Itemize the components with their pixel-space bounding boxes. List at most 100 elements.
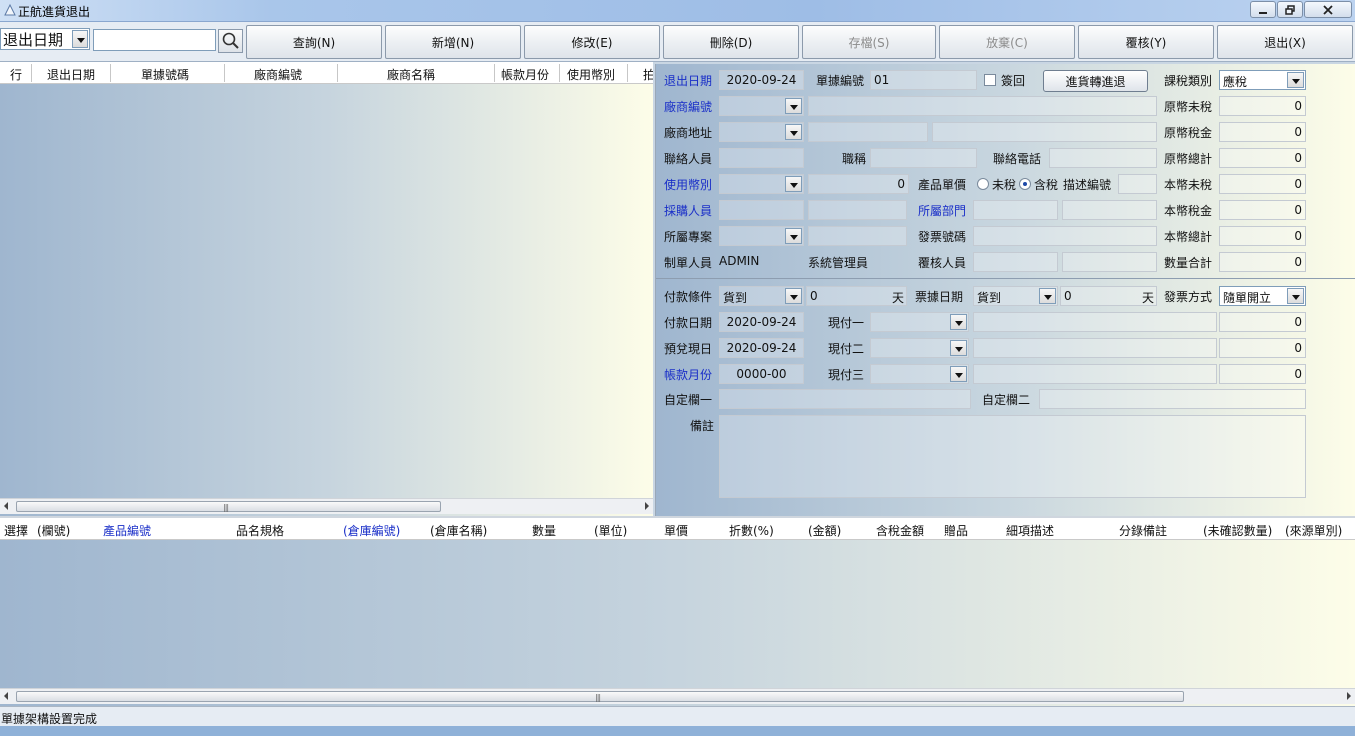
delete-button[interactable]: 刪除(D) <box>663 25 799 59</box>
list-horizontal-scrollbar[interactable]: ||| <box>0 498 653 514</box>
scroll-right-icon[interactable] <box>645 502 649 510</box>
col-header-return-date[interactable]: 退出日期 <box>47 66 95 83</box>
detail-grid[interactable]: 選擇 (欄號) 產品編號 品名規格 (倉庫編號) (倉庫名稱) 數量 (單位) … <box>0 516 1355 706</box>
remark-textarea[interactable] <box>719 415 1306 498</box>
local-total-field[interactable]: 0 <box>1219 226 1306 246</box>
add-button[interactable]: 新增(N) <box>385 25 521 59</box>
doc-no-field[interactable]: 01 <box>870 70 977 90</box>
col-header-amount[interactable]: (金額) <box>808 522 841 539</box>
cash2-select[interactable] <box>870 338 969 358</box>
col-header-warehouse-code[interactable]: (倉庫編號) <box>343 522 400 539</box>
edit-button[interactable]: 修改(E) <box>524 25 660 59</box>
review-button[interactable]: 覆核(Y) <box>1078 25 1214 59</box>
chevron-down-icon[interactable] <box>1287 288 1304 304</box>
project-name-field[interactable] <box>808 226 907 246</box>
orig-total-field[interactable]: 0 <box>1219 148 1306 168</box>
scroll-right-icon[interactable] <box>1347 692 1351 700</box>
local-untaxed-field[interactable]: 0 <box>1219 174 1306 194</box>
buyer-name-field[interactable] <box>808 200 907 220</box>
col-header-entry-remark[interactable]: 分錄備註 <box>1119 522 1167 539</box>
phone-field[interactable] <box>1049 148 1157 168</box>
col-header-account-month[interactable]: 帳款月份 <box>501 66 549 83</box>
bill-terms-select[interactable]: 貨到 <box>973 286 1058 306</box>
chevron-down-icon[interactable] <box>1039 288 1056 304</box>
col-header-product-spec[interactable]: 品名規格 <box>236 522 284 539</box>
desc-no-field[interactable] <box>1118 174 1157 194</box>
cancel-button[interactable]: 放棄(C) <box>939 25 1075 59</box>
cash3-account-field[interactable] <box>973 364 1217 384</box>
cash3-amount-field[interactable]: 0 <box>1219 364 1306 384</box>
expected-date-field[interactable]: 2020-09-24 <box>719 338 804 358</box>
restore-button[interactable] <box>1277 1 1303 18</box>
chevron-down-icon[interactable] <box>785 288 802 304</box>
chevron-down-icon[interactable] <box>72 30 88 48</box>
col-header-discount[interactable]: 折數(%) <box>729 522 774 539</box>
returned-checkbox[interactable] <box>984 74 996 86</box>
col-header-more[interactable]: 拍 <box>643 66 653 83</box>
cash1-amount-field[interactable]: 0 <box>1219 312 1306 332</box>
bill-days-field[interactable]: 0 天 <box>1060 286 1157 306</box>
project-select[interactable] <box>719 226 804 246</box>
scroll-left-icon[interactable] <box>4 692 8 700</box>
account-month-field[interactable]: 0000-00 <box>719 364 804 384</box>
return-date-field[interactable]: 2020-09-24 <box>719 70 804 90</box>
chevron-down-icon[interactable] <box>785 228 802 244</box>
buyer-code-field[interactable] <box>719 200 804 220</box>
scroll-thumb[interactable]: ||| <box>16 691 1184 702</box>
pay-days-field[interactable]: 0 天 <box>806 286 907 306</box>
chevron-down-icon[interactable] <box>950 366 967 382</box>
vendor-name-field[interactable] <box>808 96 1157 116</box>
close-button[interactable] <box>1304 1 1352 18</box>
cash1-select[interactable] <box>870 312 969 332</box>
vendor-code-select[interactable] <box>719 96 804 116</box>
col-header-warehouse-name[interactable]: (倉庫名稱) <box>430 522 487 539</box>
chevron-down-icon[interactable] <box>950 314 967 330</box>
col-header-taxed-amount[interactable]: 含稅金額 <box>876 522 924 539</box>
exchange-rate-field[interactable]: 0 <box>808 174 909 194</box>
chevron-down-icon[interactable] <box>785 98 802 114</box>
col-header-product-code[interactable]: 產品編號 <box>103 522 151 539</box>
cash3-select[interactable] <box>870 364 969 384</box>
col-header-unit[interactable]: (單位) <box>594 522 627 539</box>
taxed-radio[interactable] <box>1019 178 1031 190</box>
scroll-left-icon[interactable] <box>4 502 8 510</box>
custom2-field[interactable] <box>1039 389 1306 409</box>
col-header-source-type[interactable]: (來源單別) <box>1285 522 1342 539</box>
pay-date-field[interactable]: 2020-09-24 <box>719 312 804 332</box>
title-field[interactable] <box>870 148 977 168</box>
chevron-down-icon[interactable] <box>1287 72 1304 88</box>
contact-field[interactable] <box>719 148 804 168</box>
dept-name-field[interactable] <box>1062 200 1157 220</box>
col-header-doc-no[interactable]: 單據號碼 <box>141 66 189 83</box>
search-button[interactable] <box>218 29 243 53</box>
col-header-vendor-name[interactable]: 廠商名稱 <box>387 66 435 83</box>
save-button[interactable]: 存檔(S) <box>802 25 936 59</box>
col-header-select[interactable]: 選擇 <box>4 522 28 539</box>
col-header-quantity[interactable]: 數量 <box>532 522 556 539</box>
col-header-column-no[interactable]: (欄號) <box>37 522 70 539</box>
cash1-account-field[interactable] <box>973 312 1217 332</box>
chevron-down-icon[interactable] <box>785 124 802 140</box>
col-header-item-desc[interactable]: 細項描述 <box>1006 522 1054 539</box>
exit-button[interactable]: 退出(X) <box>1217 25 1353 59</box>
vendor-zip-field[interactable] <box>808 122 928 142</box>
convert-purchase-button[interactable]: 進貨轉進退 <box>1043 70 1148 92</box>
currency-select[interactable] <box>719 174 804 194</box>
scroll-thumb[interactable]: ||| <box>16 501 441 512</box>
vendor-address-select[interactable] <box>719 122 804 142</box>
query-button[interactable]: 查詢(N) <box>246 25 382 59</box>
local-tax-field[interactable]: 0 <box>1219 200 1306 220</box>
orig-untaxed-field[interactable]: 0 <box>1219 96 1306 116</box>
col-header-line[interactable]: 行 <box>10 66 22 83</box>
custom1-field[interactable] <box>719 389 971 409</box>
col-header-vendor-code[interactable]: 廠商編號 <box>254 66 302 83</box>
chevron-down-icon[interactable] <box>950 340 967 356</box>
tax-type-select[interactable]: 應稅 <box>1219 70 1306 90</box>
vendor-address-field[interactable] <box>932 122 1157 142</box>
col-header-currency[interactable]: 使用幣別 <box>567 66 615 83</box>
col-header-unconfirmed-qty[interactable]: (未確認數量) <box>1203 522 1272 539</box>
chevron-down-icon[interactable] <box>785 176 802 192</box>
search-input[interactable] <box>93 29 216 51</box>
col-header-unit-price[interactable]: 單價 <box>664 522 688 539</box>
orig-tax-field[interactable]: 0 <box>1219 122 1306 142</box>
